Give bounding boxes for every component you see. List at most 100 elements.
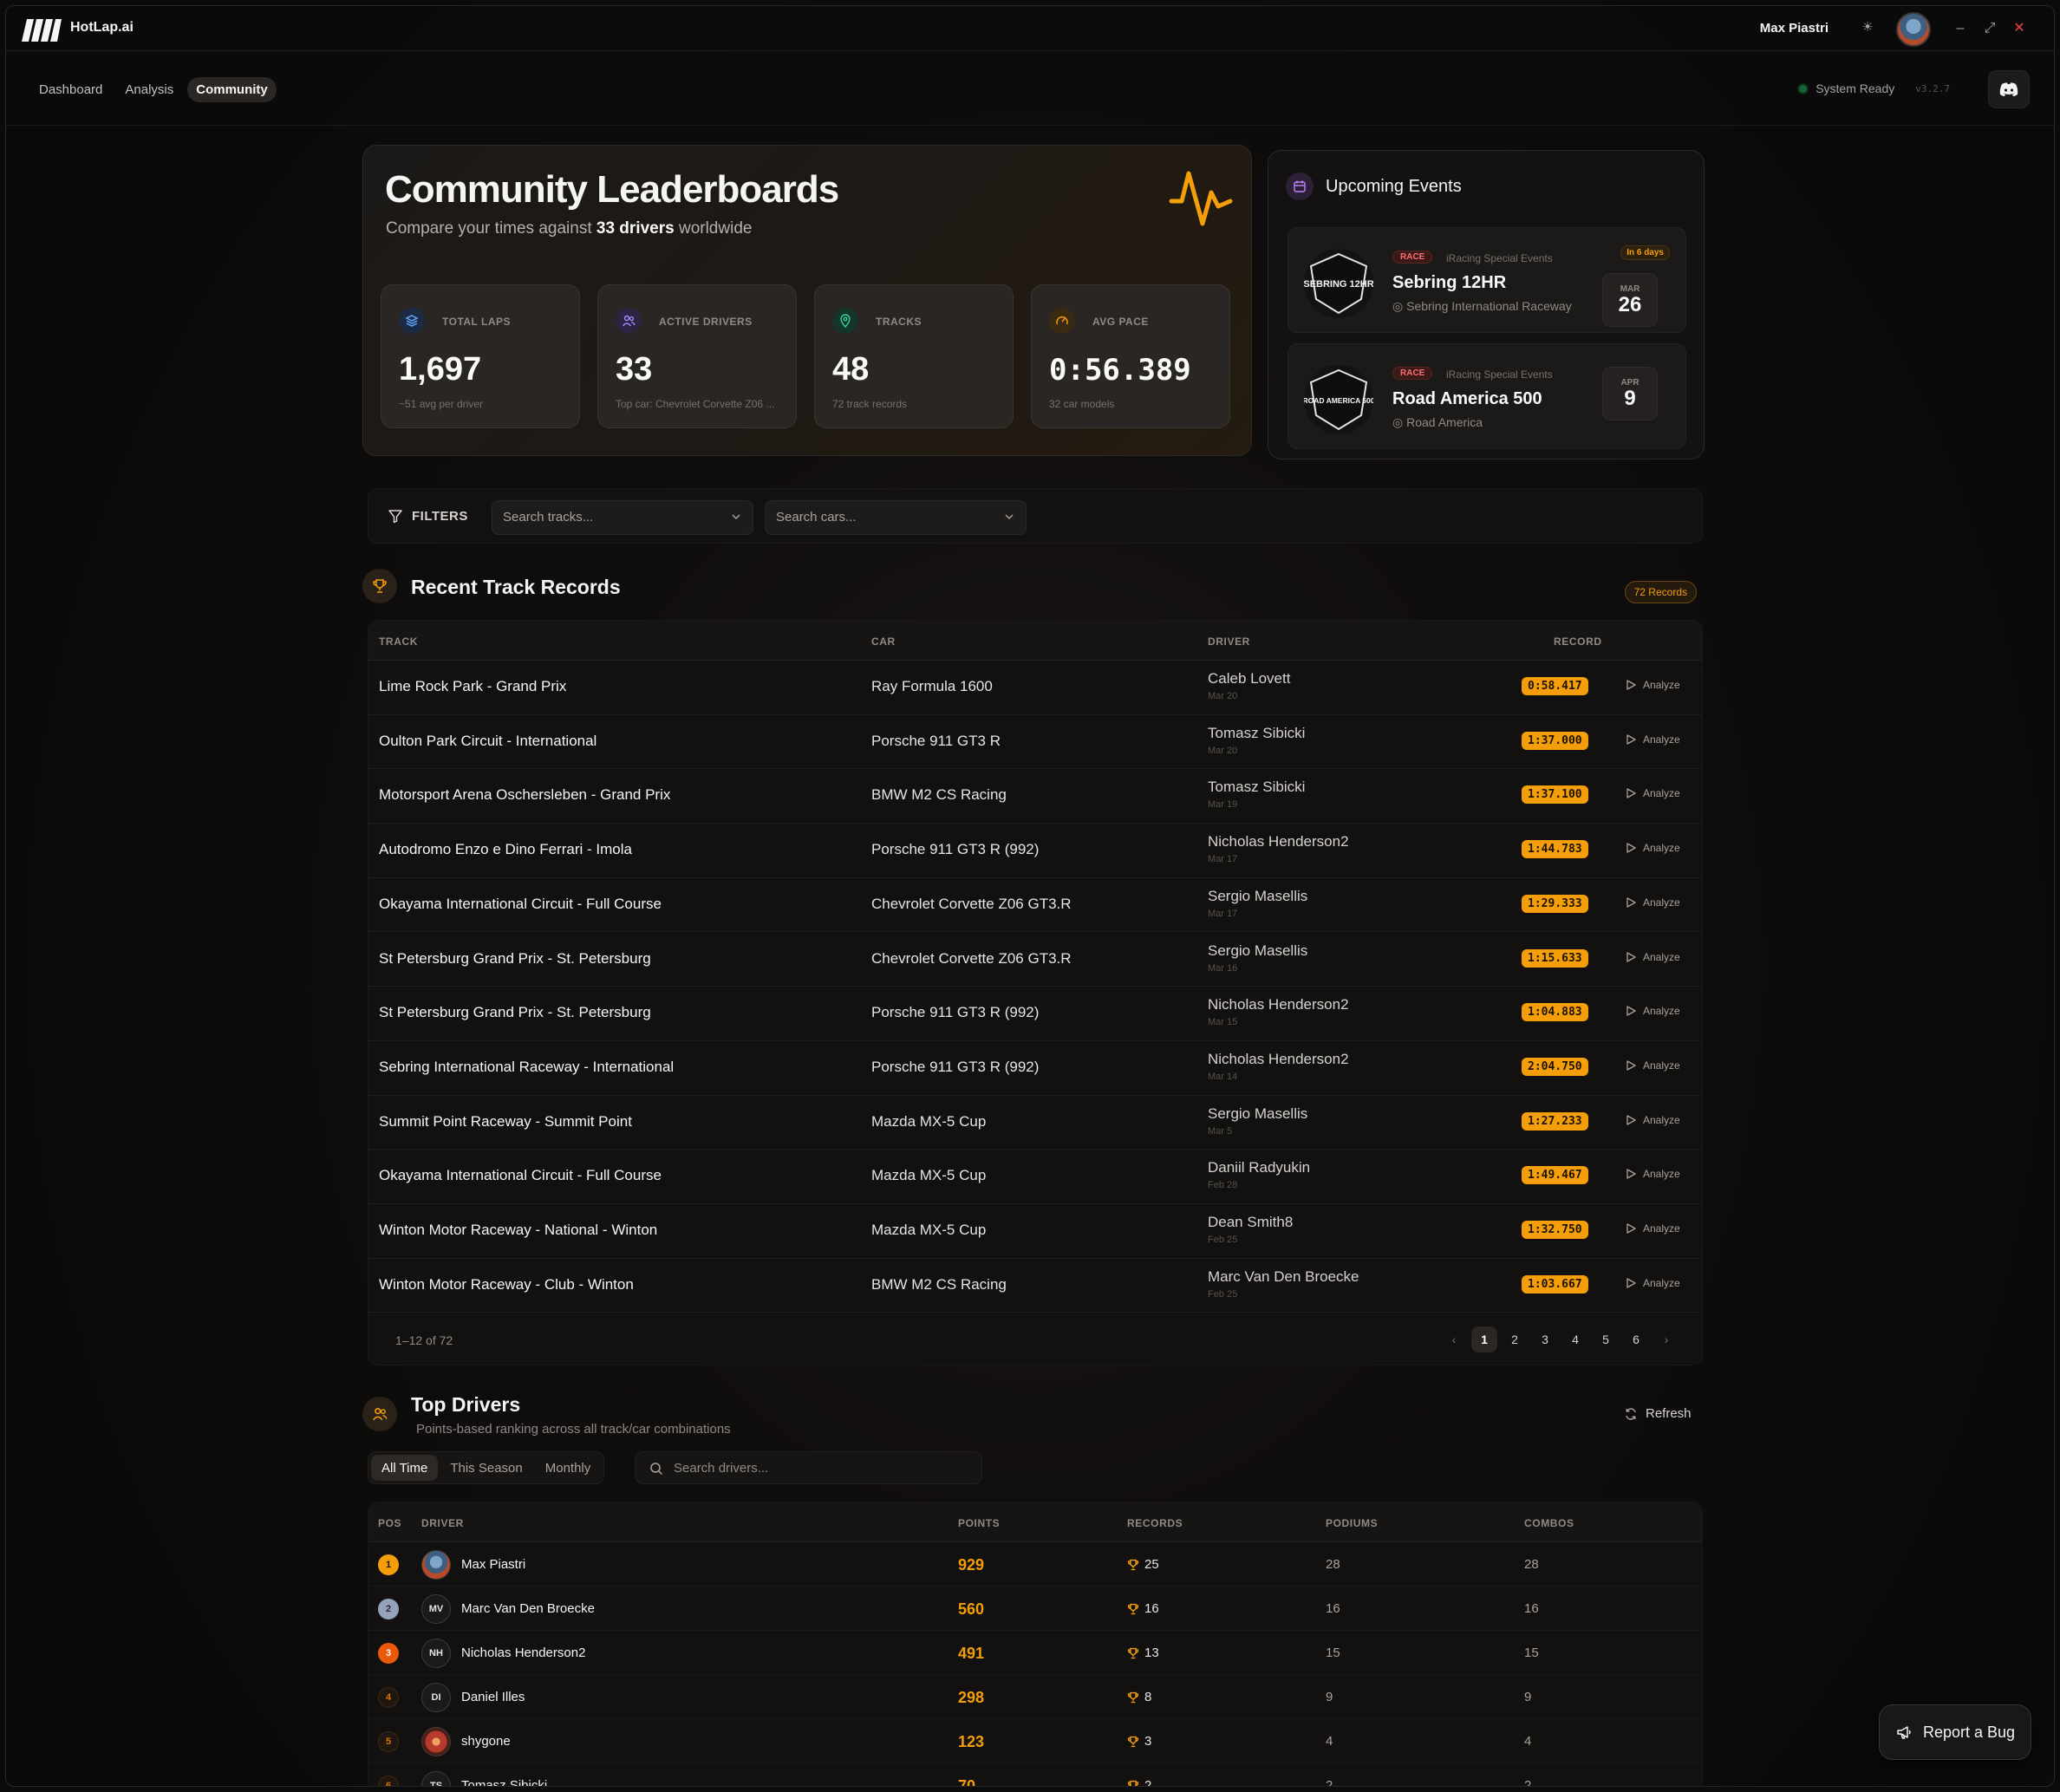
avatar [421,1550,451,1580]
table-row[interactable]: Motorsport Arena Oschersleben - Grand Pr… [368,769,1702,824]
table-row[interactable]: Winton Motor Raceway - Club - Winton BMW … [368,1259,1702,1313]
record-driver[interactable]: Tomasz Sibicki [1208,779,1305,796]
maximize-icon[interactable]: ⤢ [1979,18,2000,39]
close-icon[interactable]: ✕ [2009,18,2030,39]
refresh-label: Refresh [1646,1406,1692,1421]
analyze-button[interactable]: Analyze [1626,733,1680,746]
trophy-icon [1127,1736,1139,1747]
range-tab-monthly[interactable]: Monthly [535,1455,602,1481]
analyze-button[interactable]: Analyze [1626,1114,1680,1126]
record-driver[interactable]: Sergio Masellis [1208,888,1307,905]
table-row[interactable]: Winton Motor Raceway - National - Winton… [368,1204,1702,1259]
record-driver[interactable]: Sergio Masellis [1208,942,1307,960]
user-avatar[interactable] [1896,12,1931,47]
driver-points: 560 [958,1600,985,1618]
table-row[interactable]: Autodromo Enzo e Dino Ferrari - Imola Por… [368,824,1702,878]
table-row[interactable]: 3 NH Nicholas Henderson2 491 13 15 15 [368,1631,1702,1675]
table-row[interactable]: Okayama International Circuit - Full Cou… [368,1150,1702,1204]
car-search-select[interactable]: Search cars... [765,500,1027,535]
prev-page-button[interactable]: ‹ [1441,1326,1467,1352]
play-icon [1626,1006,1636,1016]
record-driver[interactable]: Nicholas Henderson2 [1208,1051,1349,1068]
tab-analysis[interactable]: Analysis [116,77,182,102]
user-name[interactable]: Max Piastri [1760,21,1829,36]
record-driver[interactable]: Marc Van Den Broecke [1208,1268,1359,1286]
trophy-icon [362,569,397,603]
record-driver[interactable]: Sergio Masellis [1208,1105,1307,1123]
col-record[interactable]: RECORD [1554,635,1602,648]
record-driver[interactable]: Dean Smith8 [1208,1214,1293,1231]
driver-name[interactable]: Tomasz Sibicki [461,1778,547,1786]
col-points[interactable]: POINTS [958,1517,1000,1529]
range-tab-this-season[interactable]: This Season [440,1455,532,1481]
table-row[interactable]: 5 shygone 123 3 4 4 [368,1719,1702,1763]
driver-name[interactable]: Nicholas Henderson2 [461,1645,585,1660]
col-records[interactable]: RECORDS [1127,1517,1183,1529]
title-bar: HotLap.ai Max Piastri ☀ – ⤢ ✕ [6,6,2054,51]
page-button[interactable]: 6 [1623,1326,1649,1352]
driver-name[interactable]: shygone [461,1734,511,1749]
position-badge: 5 [378,1731,399,1752]
event-location-text: Sebring International Raceway [1406,299,1572,313]
analyze-button[interactable]: Analyze [1626,1005,1680,1017]
driver-name[interactable]: Daniel Illes [461,1690,525,1704]
col-track[interactable]: TRACK [379,635,418,648]
col-podiums[interactable]: PODIUMS [1326,1517,1378,1529]
avatar [421,1727,451,1756]
analyze-button[interactable]: Analyze [1626,896,1680,909]
analyze-button[interactable]: Analyze [1626,951,1680,963]
record-driver[interactable]: Tomasz Sibicki [1208,725,1305,742]
page-button[interactable]: 5 [1593,1326,1619,1352]
driver-name[interactable]: Max Piastri [461,1557,525,1572]
trophy-icon [1127,1780,1139,1786]
analyze-button[interactable]: Analyze [1626,679,1680,691]
table-row[interactable]: Summit Point Raceway - Summit Point Mazda… [368,1096,1702,1150]
analyze-button[interactable]: Analyze [1626,1222,1680,1235]
record-driver[interactable]: Daniil Radyukin [1208,1159,1310,1176]
tab-dashboard[interactable]: Dashboard [30,77,111,102]
driver-combos: 9 [1524,1690,1532,1704]
event-card[interactable]: ROAD AMERICA 500 RACE iRacing Special Ev… [1288,343,1686,449]
record-driver[interactable]: Nicholas Henderson2 [1208,996,1349,1013]
col-driver[interactable]: DRIVER [1208,635,1250,648]
table-row[interactable]: Oulton Park Circuit - International Porsc… [368,715,1702,770]
minimize-icon[interactable]: – [1950,18,1971,39]
page-button[interactable]: 2 [1502,1326,1528,1352]
table-row[interactable]: Sebring International Raceway - Internat… [368,1041,1702,1096]
table-row[interactable]: 1 Max Piastri 929 25 28 28 [368,1542,1702,1587]
report-bug-button[interactable]: Report a Bug [1879,1704,2031,1760]
analyze-button[interactable]: Analyze [1626,787,1680,799]
theme-toggle-icon[interactable]: ☀ [1858,18,1877,37]
col-car[interactable]: CAR [871,635,896,648]
next-page-button[interactable]: › [1653,1326,1679,1352]
record-track: Sebring International Raceway - Internat… [379,1058,675,1075]
driver-name[interactable]: Marc Van Den Broecke [461,1601,595,1616]
nav-tabs: Dashboard Analysis Community [30,77,277,102]
analyze-button[interactable]: Analyze [1626,1277,1680,1289]
app-window: HotLap.ai Max Piastri ☀ – ⤢ ✕ Dashboard … [5,5,2055,1787]
table-row[interactable]: Lime Rock Park - Grand Prix Ray Formula 1… [368,661,1702,715]
driver-search-input[interactable]: Search drivers... [635,1451,982,1484]
page-button[interactable]: 4 [1562,1326,1588,1352]
record-driver[interactable]: Caleb Lovett [1208,670,1290,687]
tab-community[interactable]: Community [187,77,277,102]
table-row[interactable]: St Petersburg Grand Prix - St. Petersbur… [368,933,1702,987]
analyze-button[interactable]: Analyze [1626,1168,1680,1180]
analyze-button[interactable]: Analyze [1626,1059,1680,1072]
track-search-select[interactable]: Search tracks... [492,500,753,535]
table-row[interactable]: 2 MV Marc Van Den Broecke 560 16 16 16 [368,1587,1702,1631]
page-button[interactable]: 3 [1532,1326,1558,1352]
record-driver[interactable]: Nicholas Henderson2 [1208,833,1349,850]
table-row[interactable]: 4 DI Daniel Illes 298 8 9 9 [368,1675,1702,1719]
range-tab-all-time[interactable]: All Time [371,1455,439,1481]
event-card[interactable]: SEBRING 12HR RACE iRacing Special Events… [1288,227,1686,333]
filters-label: FILTERS [388,508,468,524]
table-row[interactable]: 6 TS Tomasz Sibicki 70 2 2 2 [368,1763,1702,1786]
table-row[interactable]: St Petersburg Grand Prix - St. Petersbur… [368,987,1702,1041]
page-button[interactable]: 1 [1471,1326,1497,1352]
col-combos[interactable]: COMBOS [1524,1517,1574,1529]
analyze-button[interactable]: Analyze [1626,842,1680,854]
refresh-button[interactable]: Refresh [1624,1406,1692,1421]
discord-button[interactable] [1988,70,2030,108]
table-row[interactable]: Okayama International Circuit - Full Cou… [368,878,1702,933]
